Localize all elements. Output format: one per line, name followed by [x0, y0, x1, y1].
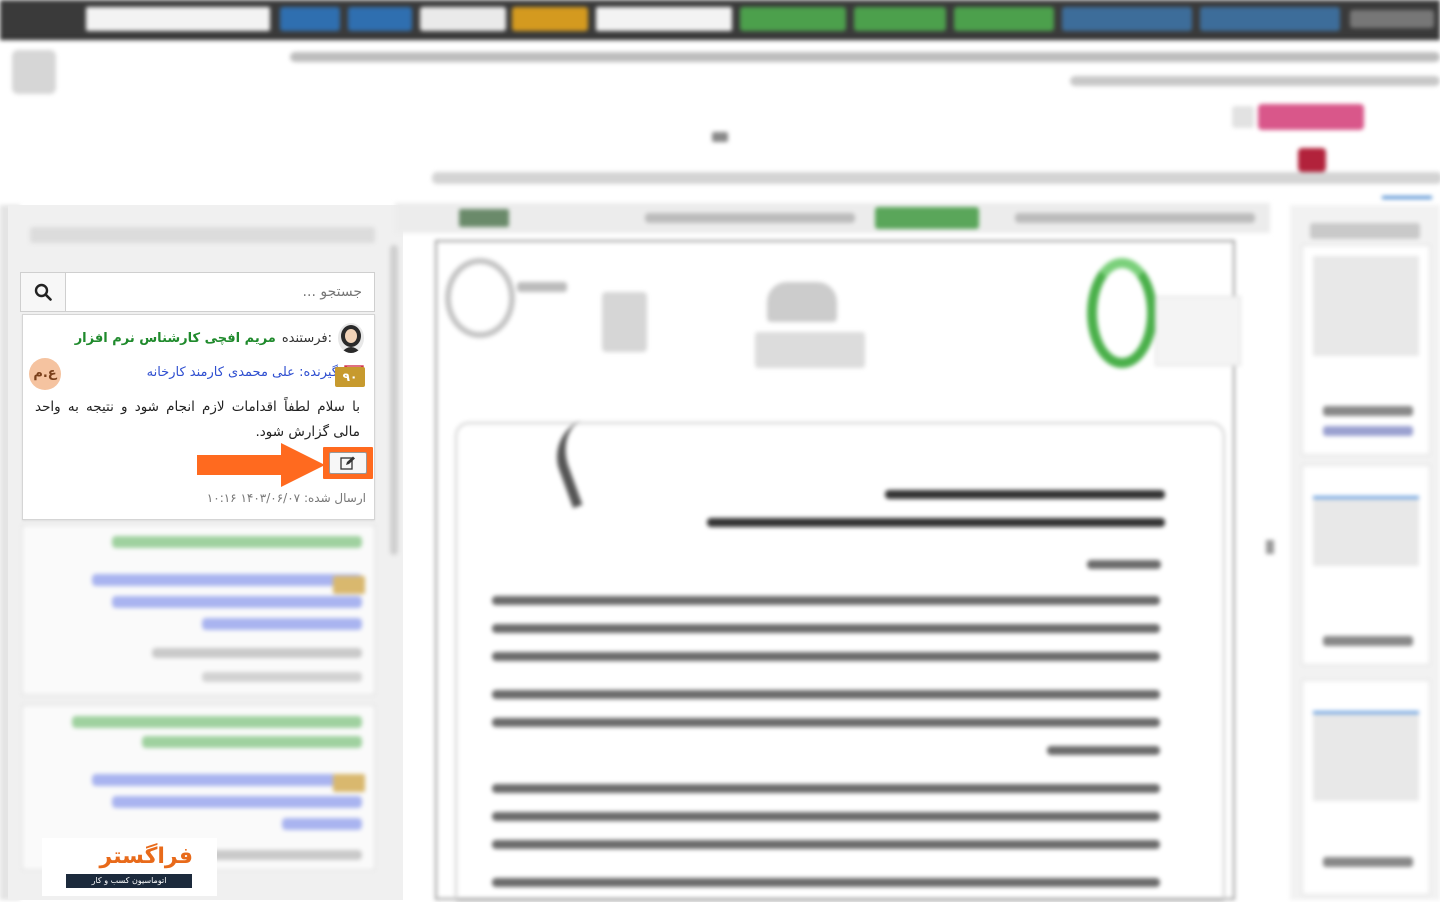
message-body: با سلام لطفاً اقدامات لازم انجام شود و ن… — [35, 399, 360, 440]
attachment-thumbnail[interactable] — [1302, 465, 1430, 665]
header-action-button[interactable] — [1258, 104, 1364, 130]
toolbar-button[interactable] — [420, 7, 506, 31]
document-action-button[interactable] — [875, 207, 979, 229]
logo-tagline: اتوماسیون کسب و کار — [66, 874, 192, 888]
document-toolbar — [395, 203, 1270, 233]
top-toolbar — [0, 0, 1440, 40]
active-tab-underline — [1382, 196, 1432, 199]
edit-icon — [340, 456, 355, 470]
edit-button[interactable] — [329, 452, 367, 474]
notification-badge — [1298, 148, 1326, 172]
sent-label: ارسال شده: — [303, 491, 366, 505]
search-bar — [20, 272, 375, 312]
panel-header — [30, 227, 375, 243]
receiver-initials-avatar: ع.م — [29, 358, 61, 390]
app-logo — [12, 50, 56, 94]
sender-row: فرستنده: مریم افچی کارشناس نرم افزار — [75, 323, 364, 353]
sent-value: ۱۴۰۳/۰۶/۰۷ ۱۰:۱۶ — [206, 491, 301, 505]
attachment-thumbnail[interactable] — [1302, 680, 1430, 895]
toolbar-button[interactable] — [740, 7, 846, 31]
search-input[interactable] — [67, 273, 374, 311]
seal-icon — [445, 258, 515, 338]
referral-card-blurred[interactable] — [22, 525, 375, 695]
expand-handle-icon[interactable] — [1266, 540, 1274, 554]
receiver-label[interactable]: گیرنده: علی محمدی کارمند کارخانه — [147, 365, 338, 380]
sender-avatar — [338, 323, 364, 353]
sender-label: فرستنده: — [281, 330, 332, 346]
toolbar-select[interactable] — [596, 7, 732, 31]
emblem-icon — [767, 282, 837, 322]
document-side-tools[interactable] — [1155, 296, 1241, 366]
panel-scrollbar[interactable] — [390, 245, 398, 555]
toolbar-button[interactable] — [854, 7, 946, 31]
collapse-icon[interactable] — [712, 132, 728, 142]
sender-name: مریم افچی کارشناس نرم افزار — [74, 330, 276, 346]
search-icon — [34, 283, 52, 301]
logo-title: فراگستر — [99, 844, 193, 869]
letter-header — [0, 40, 1440, 205]
attachment-thumbnail[interactable] — [1302, 245, 1430, 455]
toolbar-button[interactable] — [348, 7, 412, 31]
toolbar-button[interactable] — [280, 7, 340, 31]
referral-card: فرستنده: مریم افچی کارشناس نرم افزار گیر… — [22, 314, 375, 520]
priority-badge: ۹۰ — [335, 367, 365, 387]
zoom-controls[interactable] — [459, 209, 509, 227]
header-icon-button[interactable] — [1232, 106, 1254, 128]
toolbar-button[interactable] — [954, 7, 1054, 31]
letter-document — [435, 240, 1241, 902]
toolbar-button[interactable] — [512, 7, 588, 31]
toolbar-button[interactable] — [1062, 7, 1192, 31]
organization-logo — [1087, 258, 1157, 368]
toolbar-search-field[interactable] — [86, 7, 270, 31]
toolbar-title — [1350, 10, 1434, 28]
sent-time-row: ارسال شده: ۱۴۰۳/۰۶/۰۷ ۱۰:۱۶ — [207, 491, 366, 505]
search-button[interactable] — [21, 273, 66, 311]
receiver-row: گیرنده: علی محمدی کارمند کارخانه — [147, 359, 364, 385]
brand-logo: فراگستر اتوماسیون کسب و کار — [42, 838, 217, 896]
toolbar-button[interactable] — [1200, 7, 1340, 31]
person-avatar-icon — [341, 325, 361, 353]
pointer-arrow-icon — [197, 443, 325, 487]
